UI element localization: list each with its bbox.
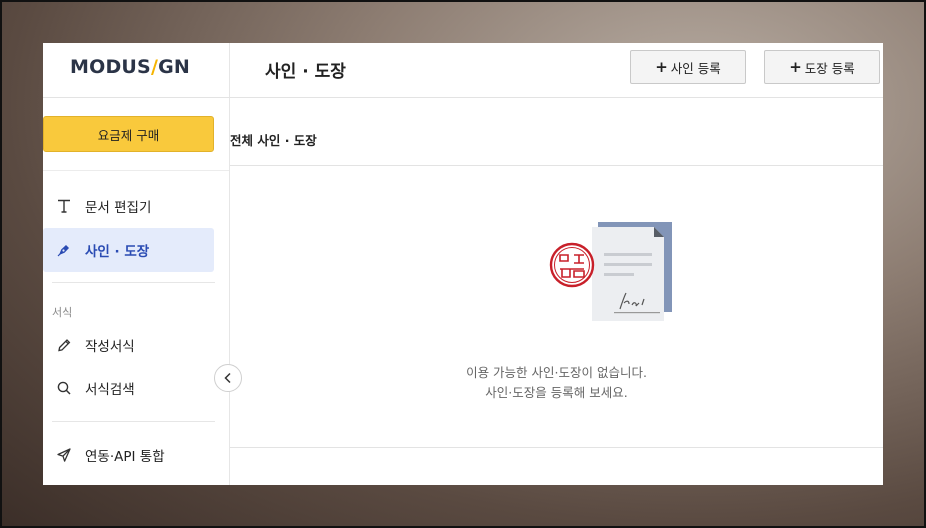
content-divider [230,447,883,448]
logo-text-end: GN [158,56,190,78]
plus-icon: + [655,58,668,76]
empty-state-hint: 사인·도장을 등록해 보세요. [485,385,628,400]
content-divider [230,165,883,166]
add-stamp-label: 도장 등록 [804,60,855,76]
text-t-icon [55,197,73,215]
empty-state-message: 이용 가능한 사인·도장이 없습니다. [466,365,647,380]
sidebar-divider [52,421,215,422]
sidebar-divider [43,170,229,171]
buy-plan-button[interactable]: 요금제 구매 [43,116,214,152]
section-label-forms: 서식 [52,306,73,319]
magnifier-icon [55,379,73,397]
add-signature-label: 사인 등록 [670,60,721,76]
sidebar-item-sign-stamp[interactable]: 사인 · 도장 [43,228,214,272]
add-stamp-button[interactable]: + 도장 등록 [764,50,880,84]
sidebar-item-search-form[interactable]: 서식검색 [43,366,214,410]
add-signature-button[interactable]: + 사인 등록 [630,50,746,84]
chevron-left-icon [224,372,231,384]
page-title: 사인 · 도장 [265,62,346,82]
logo-text-start: MODUS [70,56,151,78]
pen-nib-icon [55,241,73,259]
header-divider [229,43,230,97]
send-arrow-icon [55,446,73,464]
sidebar-item-write-form[interactable]: 작성서식 [43,323,214,367]
document-stamp-signature-icon [549,222,672,321]
app-window: MODUS/GN 사인 · 도장 + 사인 등록 + 도장 등록 요금제 구매 … [43,43,883,485]
sidebar-collapse-button[interactable] [214,364,242,392]
sidebar-item-api-integration[interactable]: 연동·API 통합 [43,433,214,477]
sidebar-item-label: 사인 · 도장 [85,244,150,260]
sidebar-item-label: 문서 편집기 [85,200,152,216]
top-header: MODUS/GN 사인 · 도장 + 사인 등록 + 도장 등록 [43,43,883,98]
pencil-icon [55,336,73,354]
sidebar-item-label: 서식검색 [85,382,135,398]
sidebar-item-label: 연동·API 통합 [85,449,165,465]
sidebar: 요금제 구매 문서 편집기 사인 · 도장 서식 작성서식 서식검색 연동·AP… [43,98,242,485]
sidebar-divider [52,282,215,283]
main-content: 전체 사인 · 도장 이용 가능한 사인·도장이 없습니다. 사인·도장을 등록… [230,98,883,485]
content-subtitle: 전체 사인 · 도장 [230,133,317,148]
plus-icon: + [789,58,802,76]
modusign-logo[interactable]: MODUS/GN [70,56,190,78]
sidebar-item-document-editor[interactable]: 문서 편집기 [43,184,214,228]
sidebar-item-label: 작성서식 [85,339,135,355]
